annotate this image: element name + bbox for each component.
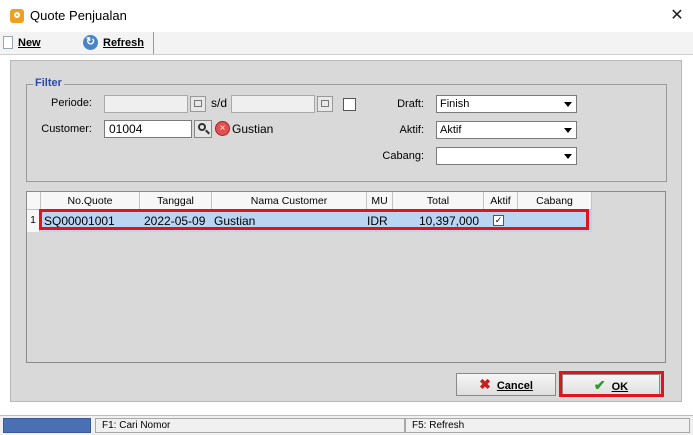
row-number: 1 xyxy=(27,210,40,232)
cell-no-quote: SQ00001001 xyxy=(44,214,115,228)
ok-button[interactable]: ✔ OK xyxy=(562,374,660,397)
customer-code-field[interactable]: 01004 xyxy=(104,120,192,138)
cancel-button-label: Cancel xyxy=(496,380,533,392)
aktif-select[interactable]: Aktif xyxy=(436,121,577,139)
quote-grid[interactable]: No.Quote Tanggal Nama Customer MU Total … xyxy=(26,191,666,363)
cabang-label: Cabang: xyxy=(382,150,424,162)
column-header-mu[interactable]: MU xyxy=(367,192,393,210)
customer-name: Gustian xyxy=(232,122,274,136)
status-f5: F5: Refresh xyxy=(405,418,690,433)
periode-checkbox[interactable] xyxy=(343,98,356,111)
aktif-label: Aktif: xyxy=(399,124,424,136)
cell-tanggal: 2022-05-09 xyxy=(144,214,206,228)
cabang-select[interactable] xyxy=(436,147,577,165)
periode-from-field[interactable] xyxy=(104,95,188,113)
periode-to-field[interactable] xyxy=(231,95,315,113)
refresh-icon: ↻ xyxy=(83,35,98,50)
periode-from-calendar-icon[interactable] xyxy=(190,96,206,112)
draft-select-value: Finish xyxy=(440,98,470,110)
title-bar: Quote Penjualan ✕ xyxy=(0,0,693,33)
draft-select[interactable]: Finish xyxy=(436,95,577,113)
filter-legend: Filter xyxy=(33,77,64,89)
sd-label: s/d xyxy=(211,96,228,110)
refresh-button-label: Refresh xyxy=(103,37,144,49)
status-progress xyxy=(3,418,91,433)
table-row[interactable]: SQ00001001 2022-05-09 Gustian IDR 10,397… xyxy=(41,210,592,232)
grid-corner xyxy=(27,192,41,210)
cancel-button[interactable]: ✖ Cancel xyxy=(456,373,556,396)
column-header-cabang[interactable]: Cabang xyxy=(518,192,592,210)
chevron-down-icon xyxy=(564,102,572,107)
cell-aktif-checkbox: ✓ xyxy=(493,215,504,226)
column-header-total[interactable]: Total xyxy=(393,192,484,210)
check-icon: ✔ xyxy=(593,377,606,393)
chevron-down-icon xyxy=(564,128,572,133)
window-title: Quote Penjualan xyxy=(30,8,127,23)
customer-search-button[interactable] xyxy=(194,120,212,138)
new-button-label: New xyxy=(18,37,41,49)
status-f1: F1: Cari Nomor xyxy=(95,418,405,433)
column-header-nama-customer[interactable]: Nama Customer xyxy=(212,192,367,210)
close-icon[interactable]: ✕ xyxy=(661,0,693,32)
status-bar: F1: Cari Nomor F5: Refresh xyxy=(0,415,693,435)
customer-label: Customer: xyxy=(41,123,92,135)
column-header-tanggal[interactable]: Tanggal xyxy=(140,192,212,210)
new-document-icon xyxy=(3,36,13,49)
refresh-button[interactable]: ↻ Refresh xyxy=(83,34,144,52)
draft-label: Draft: xyxy=(397,98,424,110)
ok-button-label: OK xyxy=(611,381,629,393)
cell-nama-customer: Gustian xyxy=(214,214,256,228)
toolbar-group: New ↻ Refresh xyxy=(0,32,154,54)
column-header-no-quote[interactable]: No.Quote xyxy=(41,192,140,210)
cell-mu: IDR xyxy=(367,214,388,228)
aktif-select-value: Aktif xyxy=(440,124,462,136)
column-header-aktif[interactable]: Aktif xyxy=(484,192,518,210)
periode-to-calendar-icon[interactable] xyxy=(317,96,333,112)
cancel-icon: ✖ xyxy=(479,376,491,392)
cell-total: 10,397,000 xyxy=(418,214,479,228)
periode-label: Periode: xyxy=(51,97,92,109)
new-button[interactable]: New xyxy=(3,34,41,52)
app-icon xyxy=(10,9,24,23)
chevron-down-icon xyxy=(564,154,572,159)
toolbar: New ↻ Refresh xyxy=(0,32,693,55)
customer-clear-icon[interactable]: × xyxy=(215,121,230,136)
